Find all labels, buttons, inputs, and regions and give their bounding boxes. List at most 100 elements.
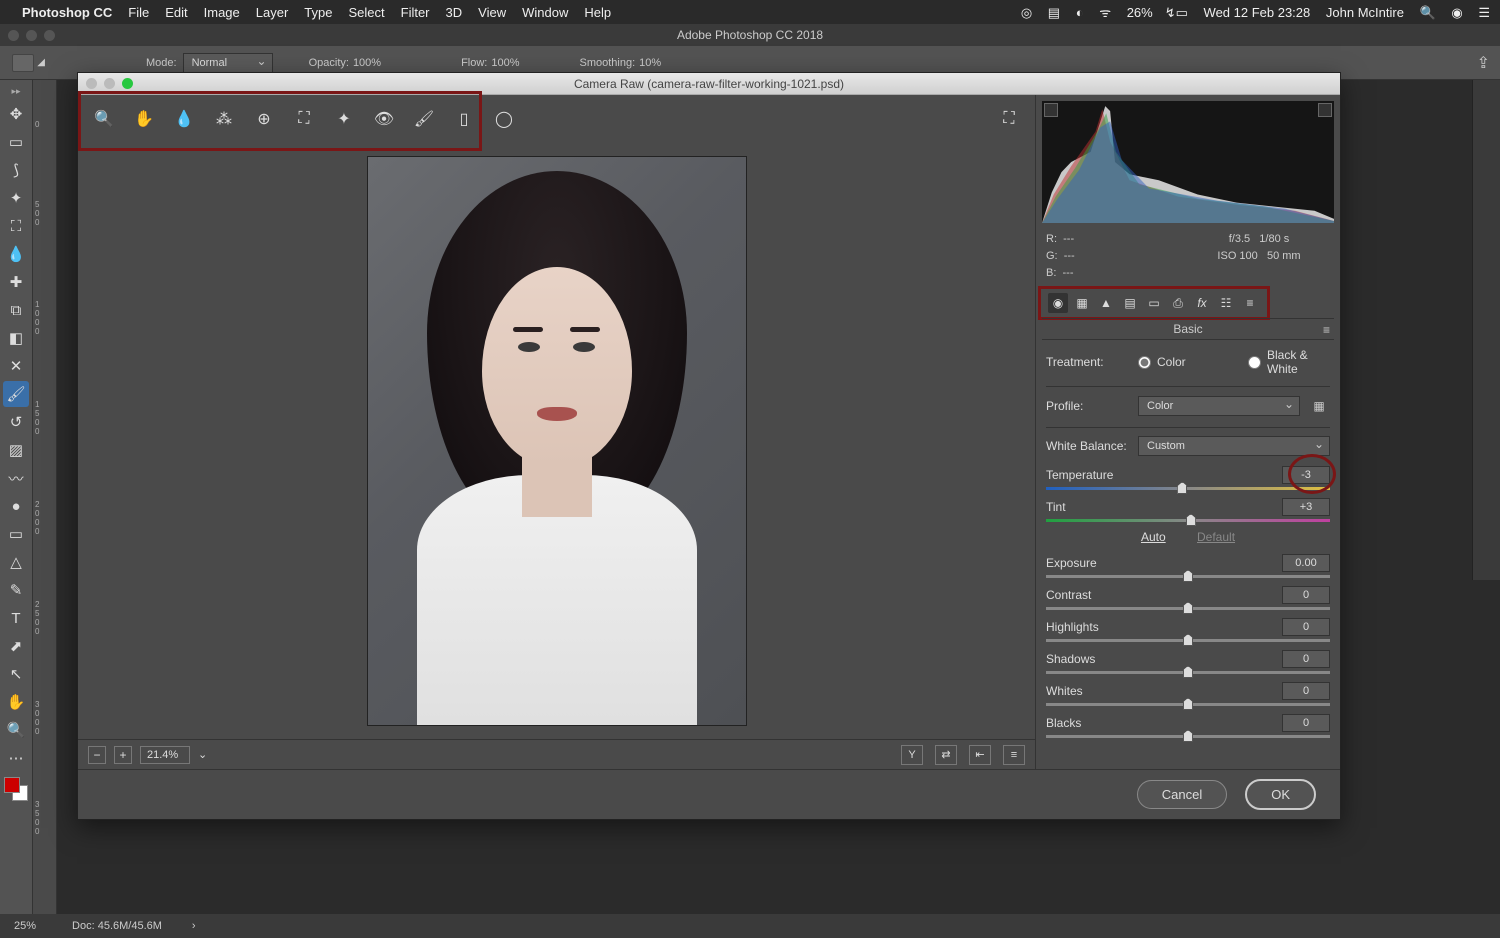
blacks-value[interactable] (1282, 714, 1330, 732)
cr-spot-removal-tool[interactable]: ✦ (332, 107, 356, 131)
auto-link[interactable]: Auto (1141, 530, 1166, 544)
tab-lens[interactable]: ⎙ (1168, 293, 1188, 313)
list-icon[interactable]: ☰ (1478, 5, 1490, 20)
right-dock-collapsed[interactable] (1472, 80, 1500, 580)
tab-detail[interactable]: ▲ (1096, 293, 1116, 313)
clock[interactable]: Wed 12 Feb 23:28 (1204, 5, 1311, 20)
exposure-slider[interactable] (1046, 575, 1330, 578)
profile-select[interactable]: Color (1138, 396, 1300, 416)
mode-select[interactable]: Normal (183, 53, 273, 73)
zoom-out-button[interactable]: − (88, 746, 106, 764)
gradient-tool[interactable]: ▨ (3, 437, 29, 463)
before-after-button[interactable]: Y (901, 745, 923, 765)
status-chevron-icon[interactable]: › (192, 920, 196, 932)
cr-hand-tool[interactable]: ✋ (132, 107, 156, 131)
smoothing-value[interactable]: 10% (639, 57, 661, 69)
spotlight-icon[interactable]: 🔍 (1420, 5, 1436, 20)
wifi-icon[interactable]: ᯤ (1099, 5, 1111, 20)
histogram[interactable] (1042, 101, 1334, 223)
triangle-tool[interactable]: △ (3, 549, 29, 575)
tab-curve[interactable]: ▦ (1072, 293, 1092, 313)
blur-tool[interactable]: 〰 (3, 465, 29, 491)
battery-icon[interactable]: ↯▭ (1165, 5, 1188, 20)
tint-value[interactable] (1282, 498, 1330, 516)
zoom-in-button[interactable]: + (114, 746, 132, 764)
window-traffic-lights[interactable] (8, 30, 55, 41)
menu-help[interactable]: Help (584, 5, 611, 20)
eraser-tool[interactable]: ◧ (3, 325, 29, 351)
status-doc[interactable]: Doc: 45.6M/45.6M (72, 920, 162, 932)
shadows-value[interactable] (1282, 650, 1330, 668)
profile-browser-icon[interactable]: ▦ (1308, 395, 1330, 417)
cancel-button[interactable]: Cancel (1137, 780, 1227, 809)
sync-icon[interactable]: ◐ (1076, 5, 1084, 20)
tab-presets[interactable]: ≡ (1240, 293, 1260, 313)
siri-icon[interactable]: ◉ (1451, 5, 1462, 20)
contrast-slider[interactable] (1046, 607, 1330, 610)
highlight-clip-icon[interactable] (1318, 103, 1332, 117)
cr-brush-tool[interactable]: 🖌 (412, 107, 436, 131)
treatment-bw-radio[interactable]: Black & White (1248, 348, 1340, 376)
basic-panel[interactable]: Treatment: Color Black & White Profile: … (1036, 340, 1340, 769)
menu-3d[interactable]: 3D (446, 5, 463, 20)
cr-fullscreen-icon[interactable]: ⛶ (997, 107, 1021, 131)
menu-window[interactable]: Window (522, 5, 568, 20)
cr-radial-filter-tool[interactable]: ◯ (492, 107, 516, 131)
selection-tool[interactable]: ↖ (3, 661, 29, 687)
history-brush-tool[interactable]: ↺ (3, 409, 29, 435)
color-swatches[interactable] (4, 777, 28, 801)
temperature-slider[interactable] (1046, 487, 1330, 490)
contrast-value[interactable] (1282, 586, 1330, 604)
highlights-slider[interactable] (1046, 639, 1330, 642)
panel-menu-icon[interactable]: ≡ (1323, 323, 1330, 337)
zoom-dropdown-icon[interactable]: ⌄ (198, 748, 207, 761)
whites-value[interactable] (1282, 682, 1330, 700)
copy-settings-button[interactable]: ⇤ (969, 745, 991, 765)
tab-fx[interactable]: fx (1192, 293, 1212, 313)
cr-transform-tool[interactable]: ⛶ (292, 107, 316, 131)
tint-slider[interactable] (1046, 519, 1330, 522)
maximize-icon[interactable] (122, 78, 133, 89)
menu-image[interactable]: Image (204, 5, 240, 20)
tab-calib[interactable]: ☷ (1216, 293, 1236, 313)
healing-tool[interactable]: ✚ (3, 269, 29, 295)
hand-tool[interactable]: ✋ (3, 689, 29, 715)
marquee-tool[interactable]: ▭ (3, 129, 29, 155)
cr-color-sampler-tool[interactable]: ⁂ (212, 107, 236, 131)
camera-raw-preview[interactable] (78, 143, 1035, 739)
shadows-slider[interactable] (1046, 671, 1330, 674)
rect-tool[interactable]: ▭ (3, 521, 29, 547)
type-tool[interactable]: T (3, 605, 29, 631)
menu-type[interactable]: Type (304, 5, 332, 20)
move-tool[interactable]: ✥ (3, 101, 29, 127)
cr-target-adjust-tool[interactable]: ⊕ (252, 107, 276, 131)
path-tool[interactable]: ⬈ (3, 633, 29, 659)
temperature-value[interactable] (1282, 466, 1330, 484)
menu-select[interactable]: Select (348, 5, 384, 20)
menu-filter[interactable]: Filter (401, 5, 430, 20)
app-name[interactable]: Photoshop CC (22, 5, 112, 20)
zoom-tool[interactable]: 🔍 (3, 717, 29, 743)
blacks-slider[interactable] (1046, 735, 1330, 738)
preview-prefs-button[interactable]: ≡ (1003, 745, 1025, 765)
wand-tool[interactable]: ✦ (3, 185, 29, 211)
tab-split[interactable]: ▭ (1144, 293, 1164, 313)
swap-button[interactable]: ⇄ (935, 745, 957, 765)
dodge-tool[interactable]: ● (3, 493, 29, 519)
eyedropper-tool[interactable]: 💧 (3, 241, 29, 267)
crop-tool[interactable]: ⛶ (3, 213, 29, 239)
ok-button[interactable]: OK (1245, 779, 1316, 810)
shadow-clip-icon[interactable] (1044, 103, 1058, 117)
flow-value[interactable]: 100% (491, 57, 519, 69)
share-icon[interactable]: ⇪ (1477, 53, 1490, 73)
tab-hsl[interactable]: ▤ (1120, 293, 1140, 313)
brush-preset-picker[interactable] (12, 54, 34, 72)
cr-wb-eyedropper-tool[interactable]: 💧 (172, 107, 196, 131)
clone-tool[interactable]: ⧉ (3, 297, 29, 323)
tab-basic[interactable]: ◉ (1048, 293, 1068, 313)
menu-layer[interactable]: Layer (256, 5, 289, 20)
whites-slider[interactable] (1046, 703, 1330, 706)
more-tools[interactable]: ⋯ (3, 745, 29, 771)
status-zoom[interactable]: 25% (14, 920, 36, 932)
wb-select[interactable]: Custom (1138, 436, 1330, 456)
